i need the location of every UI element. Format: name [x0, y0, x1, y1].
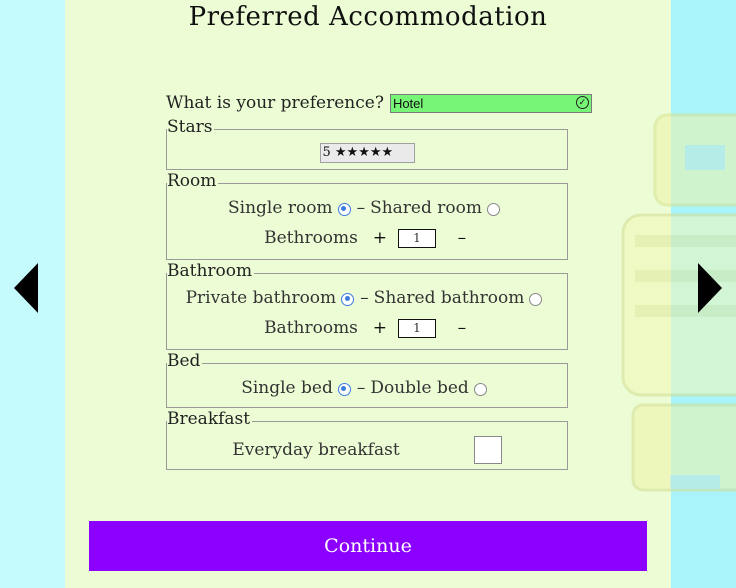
shared-room-label: Shared room — [370, 198, 482, 218]
room-separator: – — [356, 198, 366, 218]
triangle-right-icon — [698, 263, 722, 313]
bathroom-increment-button[interactable]: + — [372, 318, 388, 338]
triangle-left-icon — [14, 263, 38, 313]
page-title: Preferred Accommodation — [188, 2, 548, 32]
preference-value: Hotel — [392, 95, 424, 111]
stars-group: Stars 5 ★★★★★ — [166, 117, 568, 170]
continue-button[interactable]: Continue — [89, 521, 647, 571]
bed-separator: – — [356, 378, 366, 398]
previous-page-button[interactable] — [12, 262, 40, 319]
bathroom-decrement-button[interactable]: – — [454, 318, 470, 338]
bed-type-row: Single bed – Double bed — [167, 378, 567, 398]
preference-row: What is your preference? Hotel ✓ — [166, 90, 592, 116]
bathroom-count-input[interactable]: 1 — [397, 318, 436, 338]
bathroom-counter-label: Bathrooms — [264, 318, 358, 338]
room-increment-button[interactable]: + — [372, 228, 388, 248]
check-circle-icon: ✓ — [575, 95, 589, 109]
single-room-radio[interactable] — [337, 202, 351, 216]
shared-bathroom-label: Shared bathroom — [373, 288, 525, 308]
bed-legend: Bed — [167, 351, 203, 371]
room-counter-row: Bethrooms + 1 – — [167, 228, 567, 248]
bathroom-type-row: Private bathroom – Shared bathroom — [167, 288, 567, 308]
breakfast-row: Everyday breakfast — [167, 436, 567, 464]
room-decrement-button[interactable]: – — [454, 228, 470, 248]
preference-select[interactable]: Hotel ✓ — [389, 93, 592, 113]
bathroom-group: Bathroom Private bathroom – Shared bathr… — [166, 261, 568, 350]
single-bed-radio[interactable] — [337, 382, 351, 396]
bathroom-separator: – — [360, 288, 369, 308]
room-count-input[interactable]: 1 — [397, 228, 436, 248]
room-legend: Room — [167, 171, 219, 191]
stars-select[interactable]: 5 ★★★★★ — [319, 143, 415, 163]
bed-group: Bed Single bed – Double bed — [166, 351, 568, 408]
shared-room-radio[interactable] — [486, 202, 500, 216]
double-bed-radio[interactable] — [473, 382, 487, 396]
breakfast-checkbox[interactable] — [473, 436, 502, 464]
breakfast-label: Everyday breakfast — [232, 440, 400, 460]
stars-legend: Stars — [167, 117, 215, 137]
bathroom-counter-row: Bathrooms + 1 – — [167, 318, 567, 338]
stars-row: 5 ★★★★★ — [167, 143, 567, 163]
room-counter-label: Bethrooms — [264, 228, 358, 248]
single-bed-label: Single bed — [241, 378, 333, 398]
double-bed-label: Double bed — [370, 378, 469, 398]
room-group: Room Single room – Shared room Bethrooms… — [166, 171, 568, 260]
bathroom-legend: Bathroom — [167, 261, 255, 281]
breakfast-group: Breakfast Everyday breakfast — [166, 409, 568, 470]
room-type-row: Single room – Shared room — [167, 198, 567, 218]
breakfast-legend: Breakfast — [167, 409, 253, 429]
next-page-button[interactable] — [696, 262, 724, 319]
private-bathroom-radio[interactable] — [341, 292, 355, 306]
single-room-label: Single room — [228, 198, 333, 218]
preference-label: What is your preference? — [166, 93, 384, 113]
shared-bathroom-radio[interactable] — [529, 292, 543, 306]
private-bathroom-label: Private bathroom — [185, 288, 337, 308]
